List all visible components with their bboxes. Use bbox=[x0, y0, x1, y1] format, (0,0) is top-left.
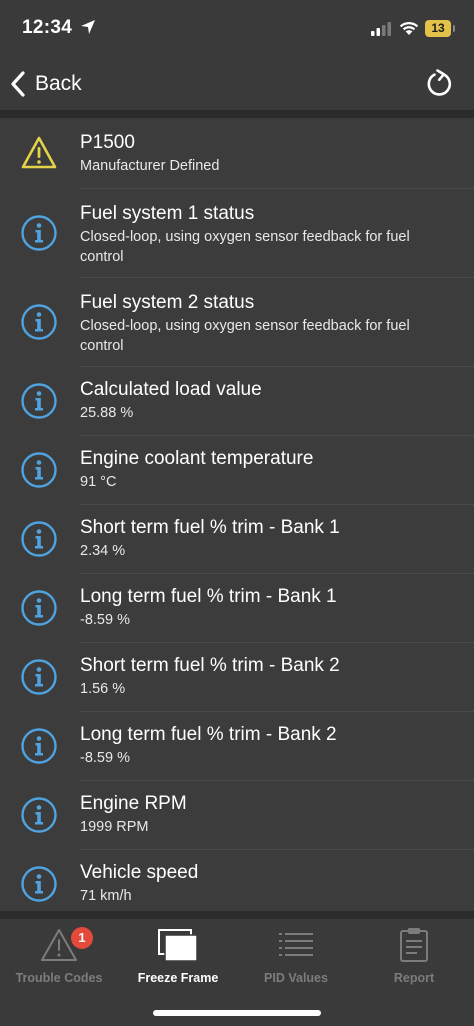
info-icon bbox=[21, 215, 57, 251]
item-value: 91 °C bbox=[80, 474, 117, 490]
home-indicator[interactable] bbox=[153, 1010, 321, 1016]
freeze-frame-list[interactable]: P1500 Manufacturer Defined Fuel system 1… bbox=[0, 118, 474, 911]
status-bar: 12:34 13 bbox=[0, 0, 474, 58]
location-arrow-icon bbox=[80, 19, 96, 40]
item-value: 71 km/h bbox=[80, 888, 132, 904]
warning-icon bbox=[21, 136, 57, 169]
list-item[interactable]: Vehicle speed 71 km/h bbox=[21, 850, 474, 911]
item-value: -8.59 % bbox=[80, 612, 130, 628]
item-title: Short term fuel % trim - Bank 1 bbox=[80, 517, 340, 538]
list-item[interactable]: P1500 Manufacturer Defined bbox=[21, 118, 474, 189]
item-value: Closed-loop, using oxygen sensor feedbac… bbox=[80, 229, 410, 265]
item-title: P1500 bbox=[80, 132, 135, 153]
info-icon bbox=[21, 304, 57, 340]
list-item[interactable]: Calculated load value 25.88 % bbox=[21, 367, 474, 436]
item-title: Engine coolant temperature bbox=[80, 448, 314, 469]
battery-cap bbox=[453, 25, 455, 32]
item-value: 25.88 % bbox=[80, 405, 134, 421]
tab-label: Trouble Codes bbox=[15, 971, 103, 985]
navigation-bar: Back bbox=[0, 58, 474, 110]
trouble-codes-badge: 1 bbox=[71, 927, 93, 949]
item-title: Fuel system 1 status bbox=[80, 203, 255, 224]
list-item[interactable]: Long term fuel % trim - Bank 1 -8.59 % bbox=[21, 574, 474, 643]
refresh-icon bbox=[427, 69, 452, 96]
back-label: Back bbox=[35, 72, 82, 95]
item-title: Long term fuel % trim - Bank 1 bbox=[80, 586, 337, 607]
cellular-signal-icon bbox=[371, 22, 391, 41]
list-icon bbox=[279, 933, 313, 956]
item-title: Long term fuel % trim - Bank 2 bbox=[80, 724, 337, 745]
item-value: -8.59 % bbox=[80, 750, 130, 766]
info-icon bbox=[21, 521, 57, 557]
tab-pid-values[interactable]: PID Values bbox=[237, 927, 355, 991]
item-value: 2.34 % bbox=[80, 543, 126, 559]
list-item[interactable]: Short term fuel % trim - Bank 1 2.34 % bbox=[21, 505, 474, 574]
info-icon bbox=[21, 866, 57, 902]
item-title: Calculated load value bbox=[80, 379, 262, 400]
tab-label: Report bbox=[393, 971, 435, 985]
item-title: Short term fuel % trim - Bank 2 bbox=[80, 655, 340, 676]
list-item[interactable]: Fuel system 2 status Closed-loop, using … bbox=[21, 278, 474, 367]
item-title: Vehicle speed bbox=[80, 862, 199, 883]
nav-divider bbox=[0, 110, 474, 118]
info-icon bbox=[21, 383, 57, 419]
refresh-button[interactable] bbox=[422, 66, 458, 102]
list-item[interactable]: Engine RPM 1999 RPM bbox=[21, 781, 474, 850]
tab-label: Freeze Frame bbox=[137, 971, 219, 985]
status-time: 12:34 bbox=[22, 17, 73, 38]
item-value: 1999 RPM bbox=[80, 819, 149, 835]
info-icon bbox=[21, 659, 57, 695]
item-title: Engine RPM bbox=[80, 793, 187, 814]
list-item[interactable]: Long term fuel % trim - Bank 2 -8.59 % bbox=[21, 712, 474, 781]
tab-trouble-codes[interactable]: 1 Trouble Codes bbox=[0, 927, 118, 991]
wifi-icon bbox=[399, 20, 419, 41]
battery-icon: 13 bbox=[425, 20, 451, 37]
item-value: 1.56 % bbox=[80, 681, 126, 697]
info-icon bbox=[21, 797, 57, 833]
chevron-left-icon bbox=[11, 71, 25, 97]
list-item[interactable]: Fuel system 1 status Closed-loop, using … bbox=[21, 189, 474, 278]
info-icon bbox=[21, 728, 57, 764]
info-icon bbox=[21, 452, 57, 488]
item-title: Fuel system 2 status bbox=[80, 292, 255, 313]
list-item[interactable]: Short term fuel % trim - Bank 2 1.56 % bbox=[21, 643, 474, 712]
back-button[interactable]: Back bbox=[10, 66, 82, 102]
list-item[interactable]: Engine coolant temperature 91 °C bbox=[21, 436, 474, 505]
item-value: Manufacturer Defined bbox=[80, 158, 220, 174]
clipboard-icon bbox=[400, 928, 428, 962]
tab-bar-divider bbox=[0, 911, 474, 919]
info-icon bbox=[21, 590, 57, 626]
item-value: Closed-loop, using oxygen sensor feedbac… bbox=[80, 318, 410, 354]
tab-freeze-frame[interactable]: Freeze Frame bbox=[119, 927, 237, 991]
tab-label: PID Values bbox=[264, 971, 328, 985]
tab-report[interactable]: Report bbox=[355, 927, 473, 991]
stacked-frames-icon bbox=[158, 929, 198, 962]
